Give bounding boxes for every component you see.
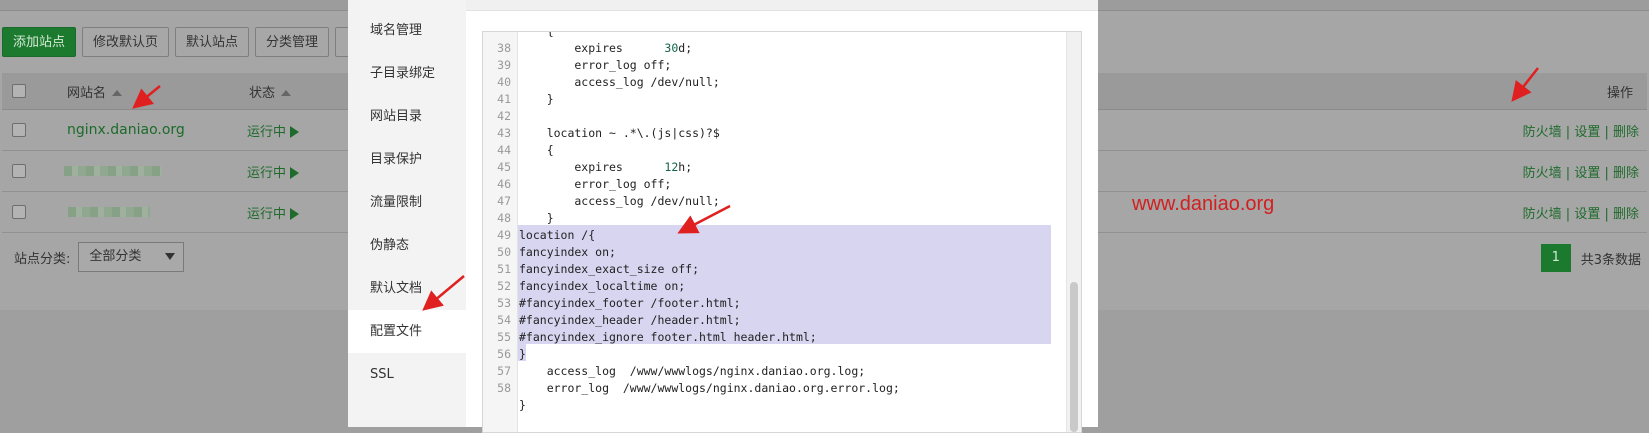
annotation-arrows (132, 67, 1539, 311)
red-arrow-icon (677, 204, 731, 234)
red-arrow-icon (1511, 67, 1539, 102)
red-arrow-icon (422, 275, 465, 311)
red-arrow-icon (132, 85, 161, 109)
